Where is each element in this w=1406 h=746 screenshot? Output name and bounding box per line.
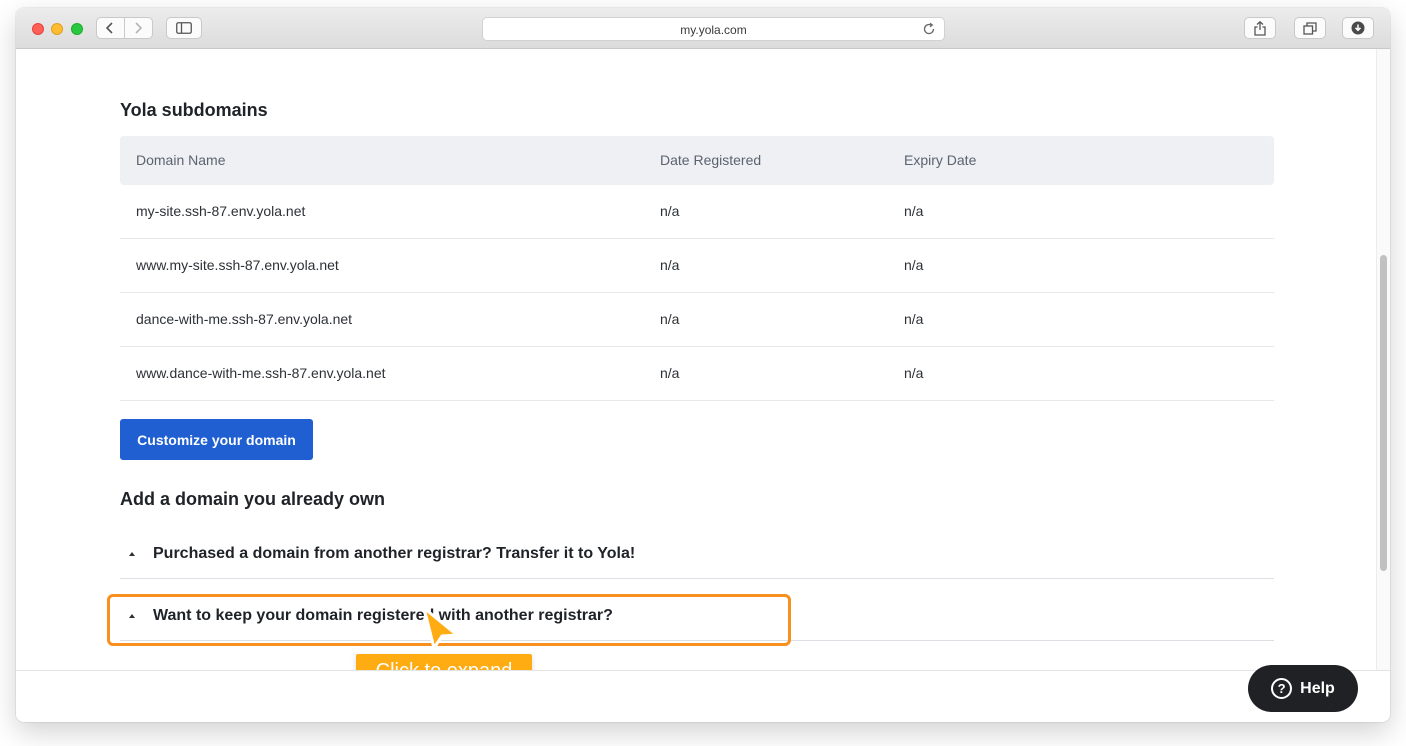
sidebar-toggle-button[interactable] <box>166 17 202 39</box>
pointer-cursor-icon <box>422 606 459 650</box>
back-button[interactable] <box>97 18 125 38</box>
table-row: www.dance-with-me.ssh-87.env.yola.net n/… <box>120 347 1274 401</box>
column-header-domain-name: Domain Name <box>136 152 226 168</box>
browser-window: my.yola.com Yola subdomains Domain Name … <box>16 8 1390 722</box>
help-label: Help <box>1300 679 1335 697</box>
navigation-buttons <box>96 17 153 39</box>
own-domain-title: Add a domain you already own <box>120 489 386 509</box>
page-content: Yola subdomains Domain Name Date Registe… <box>16 49 1390 689</box>
table-row: www.my-site.ssh-87.env.yola.net n/a n/a <box>120 239 1274 293</box>
minimize-window-button[interactable] <box>51 23 63 35</box>
caret-up-icon <box>129 552 135 556</box>
share-icon <box>1254 20 1266 36</box>
back-icon <box>106 22 113 34</box>
date-registered-cell: n/a <box>660 311 680 327</box>
date-registered-cell: n/a <box>660 203 680 219</box>
column-header-expiry-date: Expiry Date <box>904 152 977 168</box>
zoom-window-button[interactable] <box>71 23 83 35</box>
forward-icon <box>135 22 143 34</box>
subdomains-title: Yola subdomains <box>120 100 268 120</box>
domain-name-cell: www.dance-with-me.ssh-87.env.yola.net <box>136 365 386 381</box>
expiry-date-cell: n/a <box>904 365 924 381</box>
tabs-icon <box>1303 21 1317 35</box>
reload-icon[interactable] <box>922 22 936 36</box>
download-icon <box>1351 21 1365 35</box>
forward-button[interactable] <box>125 18 153 38</box>
domain-name-cell: dance-with-me.ssh-87.env.yola.net <box>136 311 353 327</box>
close-window-button[interactable] <box>32 23 44 35</box>
date-registered-cell: n/a <box>660 257 680 273</box>
column-header-date-registered: Date Registered <box>660 152 762 168</box>
expiry-date-cell: n/a <box>904 311 924 327</box>
domain-name-cell: www.my-site.ssh-87.env.yola.net <box>136 257 339 273</box>
customize-domain-button[interactable]: Customize your domain <box>120 419 313 460</box>
help-button[interactable]: ? Help <box>1248 665 1358 712</box>
table-header: Domain Name Date Registered Expiry Date <box>120 136 1274 185</box>
scrollbar-thumb[interactable] <box>1380 255 1387 571</box>
browser-toolbar: my.yola.com <box>16 8 1390 49</box>
sidebar-icon <box>176 22 192 34</box>
accordion-transfer-domain[interactable]: Purchased a domain from another registra… <box>120 531 1274 579</box>
address-bar[interactable]: my.yola.com <box>482 17 945 41</box>
domain-name-cell: my-site.ssh-87.env.yola.net <box>136 203 306 219</box>
expiry-date-cell: n/a <box>904 203 924 219</box>
expiry-date-cell: n/a <box>904 257 924 273</box>
table-row: dance-with-me.ssh-87.env.yola.net n/a n/… <box>120 293 1274 347</box>
tabs-overview-button[interactable] <box>1294 17 1326 39</box>
table-row: my-site.ssh-87.env.yola.net n/a n/a <box>120 185 1274 239</box>
downloads-button[interactable] <box>1342 17 1374 39</box>
share-button[interactable] <box>1244 17 1276 39</box>
question-icon: ? <box>1271 678 1293 699</box>
date-registered-cell: n/a <box>660 365 680 381</box>
accordion-label: Purchased a domain from another registra… <box>153 545 636 562</box>
page-footer <box>16 670 1390 722</box>
address-url: my.yola.com <box>680 23 747 37</box>
